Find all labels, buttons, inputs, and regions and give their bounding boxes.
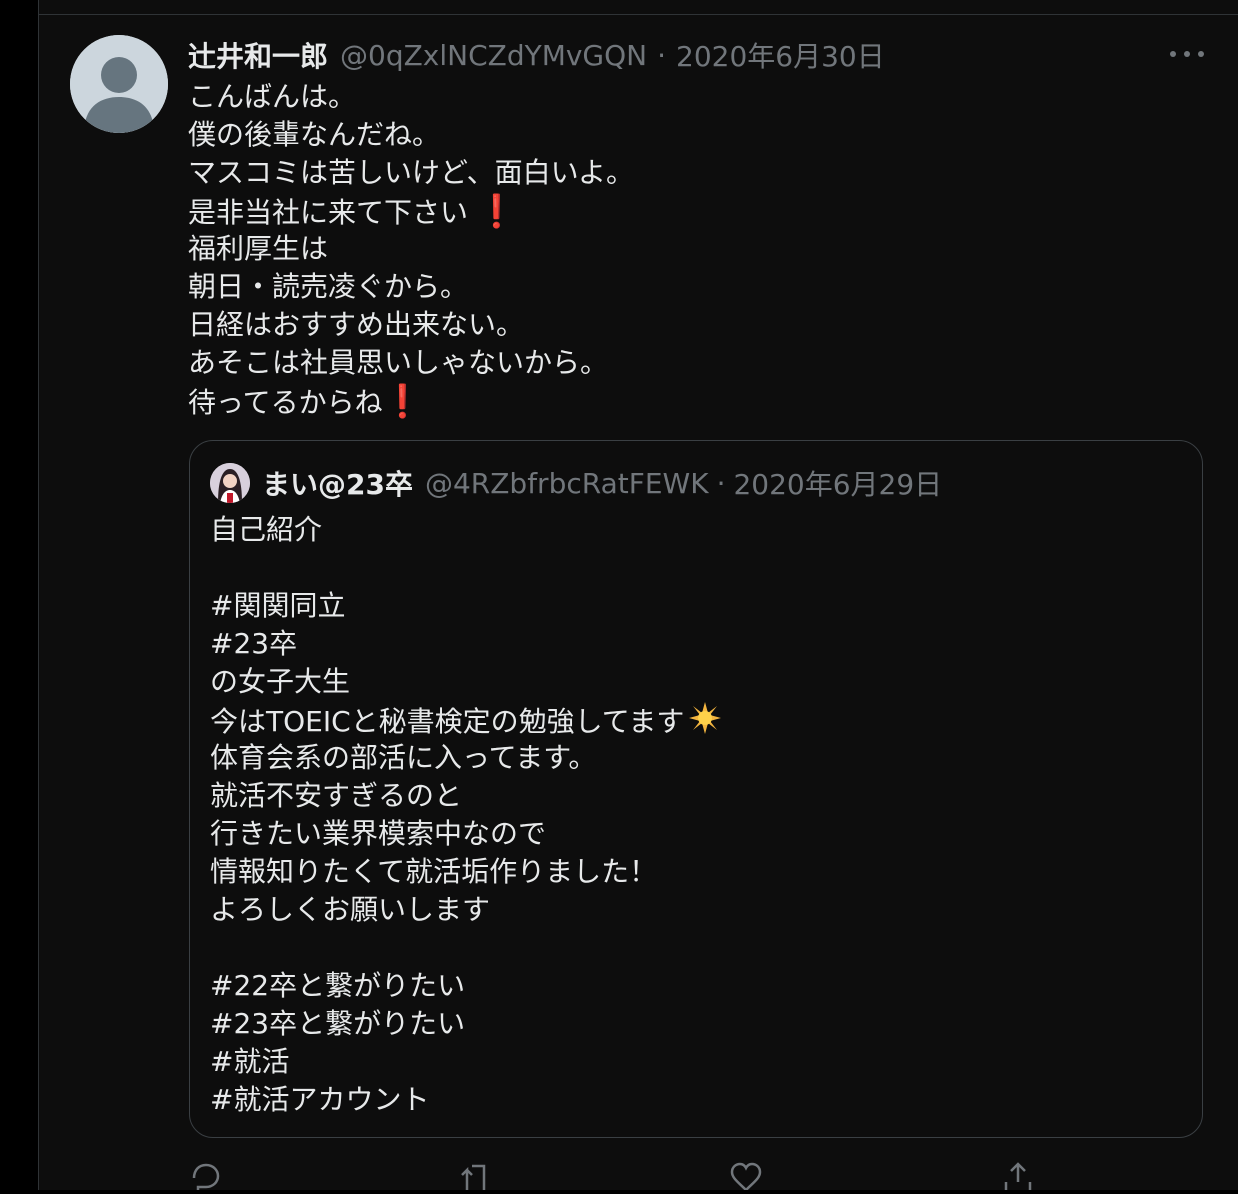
tweet-text: こんばんは。 僕の後輩なんだね。 マスコミは苦しいけど、面白いよ。 是非当社に来…: [188, 78, 634, 420]
hashtag[interactable]: #関関同立: [210, 587, 722, 625]
author-name[interactable]: 辻井和一郎: [188, 35, 328, 75]
quoted-line: の女子大生: [210, 665, 351, 698]
quoted-tweet-header: まい@23卒 @4RZbfrbcRatFEWK · 2020年6月29日: [262, 463, 942, 503]
quoted-line: 自己紹介: [210, 513, 323, 546]
tweet-line: あそこは社員思いしゃないから。: [188, 346, 609, 379]
quoted-tweet-date[interactable]: 2020年6月29日: [733, 463, 942, 503]
tweet-line: 僕の後輩なんだね。: [188, 118, 441, 151]
tweet-line: 待ってるからね❗: [188, 382, 634, 420]
glowing-star-emoji: [688, 701, 722, 745]
quoted-tweet-card[interactable]: まい@23卒 @4RZbfrbcRatFEWK · 2020年6月29日 自己紹…: [189, 440, 1203, 1138]
quoted-line: 今はTOEICと秘書検定の勉強してます: [210, 701, 722, 739]
heart-icon: [730, 1162, 762, 1191]
quoted-tweet-text: 自己紹介 #関関同立 #23卒 の女子大生 今はTOEICと秘書検定の勉強してま…: [210, 511, 722, 1119]
tweet-line-text: 待ってるからね: [188, 386, 383, 419]
meta-separator: ·: [657, 38, 667, 72]
quoted-author-handle[interactable]: @4RZbfrbcRatFEWK: [425, 467, 709, 500]
more-options-button[interactable]: [1170, 40, 1204, 68]
tweet-header: 辻井和一郎 @0qZxlNCZdYMvGQN · 2020年6月30日: [188, 36, 885, 74]
more-horizontal-icon: [1170, 51, 1176, 57]
hashtag[interactable]: #23卒: [210, 625, 722, 663]
author-avatar[interactable]: [70, 35, 168, 133]
quoted-line: 体育会系の部活に入ってます。: [210, 741, 597, 774]
reply-icon: [192, 1163, 220, 1193]
tweet-line: 日経はおすすめ出来ない。: [188, 308, 525, 341]
quoted-line: よろしくお願いします: [210, 893, 491, 926]
exclamation-emoji: ❗: [382, 382, 423, 420]
quoted-line: 行きたい業界模索中なので: [210, 817, 547, 850]
tweet-actions: [188, 1160, 1048, 1193]
quoted-line: 情報知りたくて就活垢作りました！: [210, 855, 658, 888]
tweet-line: 是非当社に来て下さい ❗: [188, 192, 634, 230]
quoted-author-avatar[interactable]: [210, 463, 250, 503]
quoted-line: 就活不安すぎるのと: [210, 779, 463, 812]
like-button[interactable]: [728, 1160, 764, 1191]
tweet-line: マスコミは苦しいけど、面白いよ。: [188, 156, 635, 189]
reply-button[interactable]: [188, 1160, 224, 1193]
tweet-line: 福利厚生は: [188, 232, 329, 265]
divider: [38, 14, 1238, 15]
tweet-line-text: 是非当社に来て下さい: [188, 196, 469, 229]
quoted-author-name[interactable]: まい@23卒: [262, 463, 413, 503]
retweet-icon: [461, 1164, 486, 1190]
hashtag[interactable]: #22卒と繋がりたい: [210, 967, 722, 1005]
tweet-line: 朝日・読売凌ぐから。: [188, 270, 469, 303]
author-handle[interactable]: @0qZxlNCZdYMvGQN: [340, 39, 647, 72]
share-button[interactable]: [1000, 1160, 1036, 1190]
hashtag[interactable]: #23卒と繋がりたい: [210, 1005, 722, 1043]
retweet-button[interactable]: [458, 1160, 494, 1190]
meta-separator: ·: [716, 466, 726, 500]
quoted-line-text: 今はTOEICと秘書検定の勉強してます: [210, 705, 685, 738]
hashtag[interactable]: #就活アカウント: [210, 1081, 722, 1119]
hashtag[interactable]: #就活: [210, 1043, 722, 1081]
exclamation-emoji: ❗: [476, 192, 517, 230]
tweet-line: こんばんは。: [188, 80, 357, 113]
share-icon: [1004, 1162, 1032, 1190]
tweet-date[interactable]: 2020年6月30日: [676, 35, 885, 75]
